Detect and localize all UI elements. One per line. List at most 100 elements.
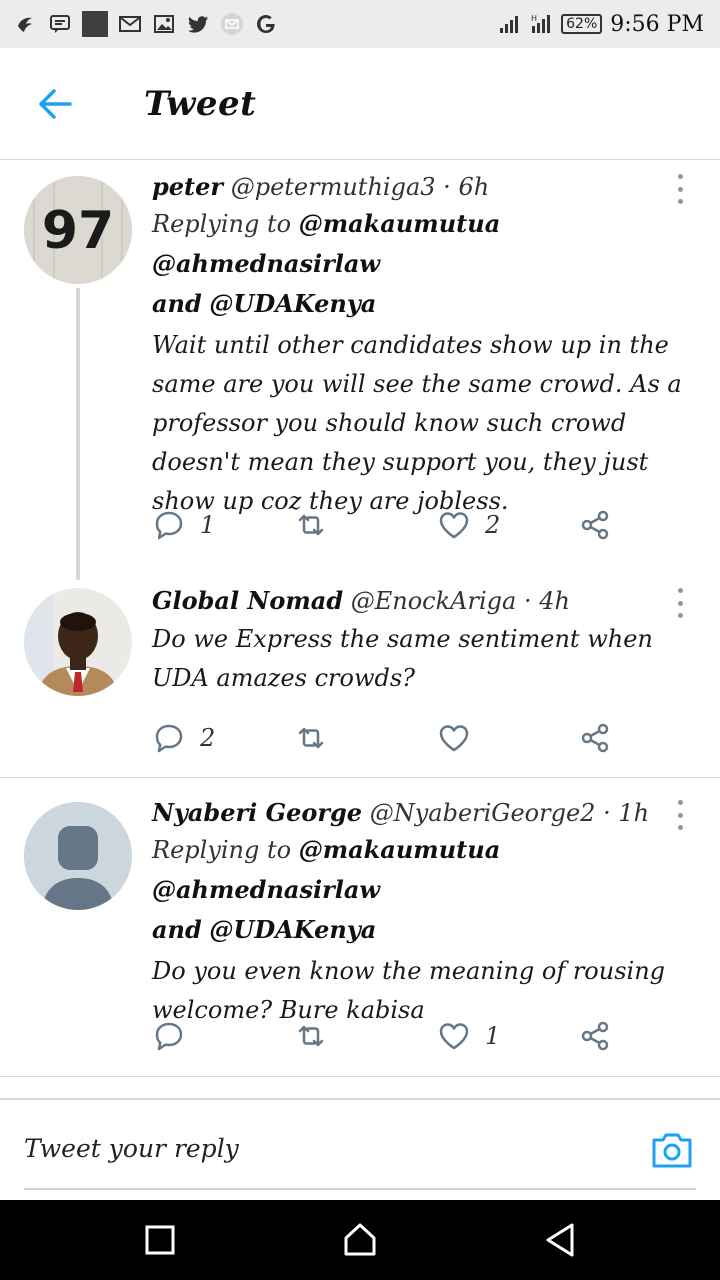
share-icon [581,723,609,753]
tweet-header: peter @petermuthiga3 · 6h [152,170,700,204]
reply-underline [24,1188,696,1190]
square-icon [145,1225,175,1255]
reply-input[interactable]: Tweet your reply [24,1134,239,1163]
home-icon [344,1223,376,1256]
author-name[interactable]: Nyaberi George [152,798,362,827]
share-button[interactable] [578,718,612,758]
like-count: 1 [485,1022,501,1050]
mention-and: and [152,289,202,318]
back-button[interactable] [34,82,78,126]
like-button[interactable]: 1 [437,1016,500,1056]
triangle-back-icon [546,1223,574,1257]
recents-button[interactable] [140,1220,180,1260]
comment-icon [155,511,183,540]
tweet-2[interactable]: Global Nomad @EnockAriga · 4h Do we Expr… [0,580,720,776]
status-bar: H 62% 9:56 PM [0,0,720,48]
svg-text:97: 97 [42,201,114,261]
tweet-time: 6h [458,173,490,201]
tweet-actions: 2 [152,718,622,758]
google-icon [254,12,278,36]
mention-link-last[interactable]: @UDAKenya [209,289,376,318]
tweet-actions: 1 2 [152,505,622,545]
author-name[interactable]: peter [152,172,223,201]
retweet-button[interactable] [294,505,328,545]
share-button[interactable] [578,1016,612,1056]
author-handle[interactable]: @NyaberiGeorge2 [370,799,596,827]
reply-button[interactable]: 1 [152,505,215,545]
page-title: Tweet [144,84,257,124]
clock: 9:56 PM [610,11,704,37]
retweet-icon [298,1025,324,1047]
retweet-icon [298,514,324,536]
tweet-3[interactable]: Nyaberi George @NyaberiGeorge2 · 1h Repl… [0,778,720,1076]
tweet-actions: 1 [152,1016,622,1056]
more-vertical-icon [677,600,683,606]
camera-button[interactable] [650,1130,694,1170]
more-options-button[interactable] [670,174,690,204]
replying-to: Replying to @makaumutua @ahmednasirlaw a… [152,830,700,950]
replying-to-label: Replying to [152,836,292,864]
mail-circle-icon [220,12,244,36]
more-vertical-icon [677,825,683,830]
retweet-button[interactable] [294,1016,328,1056]
svg-text:H: H [531,14,537,23]
author-name[interactable]: Global Nomad [152,586,343,615]
share-button[interactable] [578,505,612,545]
signal-icon [497,12,521,36]
signal-h-icon: H [529,12,553,36]
tweet-header: Global Nomad @EnockAriga · 4h [152,584,700,618]
retweet-button[interactable] [294,718,328,758]
system-indicators: H 62% 9:56 PM [497,0,704,48]
default-avatar-icon [24,802,132,910]
back-nav-button[interactable] [540,1220,580,1260]
reply-composer: Tweet your reply [0,1098,720,1200]
more-vertical-icon [677,186,683,192]
jersey-avatar-image: 97 [24,176,132,284]
more-vertical-icon [677,812,683,818]
heart-icon [439,725,469,752]
heart-icon [439,512,469,539]
tweet-time: 4h [539,587,570,615]
arrow-left-icon [39,89,72,119]
message-icon [48,12,72,36]
bird-app-icon [14,12,38,36]
more-options-button[interactable] [670,800,690,830]
notification-icons [14,11,278,37]
author-handle[interactable]: @petermuthiga3 [231,173,436,201]
twitter-icon [186,12,210,36]
more-vertical-icon [677,613,683,618]
reply-button[interactable]: 2 [152,718,215,758]
like-button[interactable]: 2 [437,505,500,545]
top-app-bar: Tweet [0,48,720,160]
reply-button[interactable] [152,1016,186,1056]
mention-and: and [152,915,202,944]
comment-icon [155,1022,183,1051]
like-count: 2 [485,511,501,539]
tweet-divider [0,1076,720,1077]
system-nav-bar [0,1200,720,1280]
mention-link-last[interactable]: @UDAKenya [209,915,376,944]
more-vertical-icon [677,588,683,593]
tweet-text: Do we Express the same sentiment when UD… [152,625,653,692]
like-button[interactable] [437,718,471,758]
tweet-body: peter @petermuthiga3 · 6h Replying to @m… [152,170,700,521]
comment-icon [155,724,183,753]
heart-icon [439,1023,469,1050]
replying-to-label: Replying to [152,210,292,238]
reply-count: 2 [200,724,216,752]
image-icon [152,12,176,36]
tweet-header: Nyaberi George @NyaberiGeorge2 · 1h [152,796,700,830]
tweet-body: Nyaberi George @NyaberiGeorge2 · 1h Repl… [152,796,700,1030]
replying-to: Replying to @makaumutua @ahmednasirlaw a… [152,204,700,324]
avatar[interactable] [24,588,132,696]
home-button[interactable] [340,1220,380,1260]
tweet-text: Wait until other candidates show up in t… [152,331,682,515]
gmail-icon [118,12,142,36]
tweet-time: 1h [618,799,650,827]
app-square-icon [82,11,108,37]
more-options-button[interactable] [670,588,690,618]
avatar[interactable]: 97 [24,176,132,284]
avatar[interactable] [24,802,132,910]
author-handle[interactable]: @EnockAriga [351,587,517,615]
tweet-1[interactable]: 97 peter @petermuthiga3 · 6h Replying to… [0,160,720,580]
